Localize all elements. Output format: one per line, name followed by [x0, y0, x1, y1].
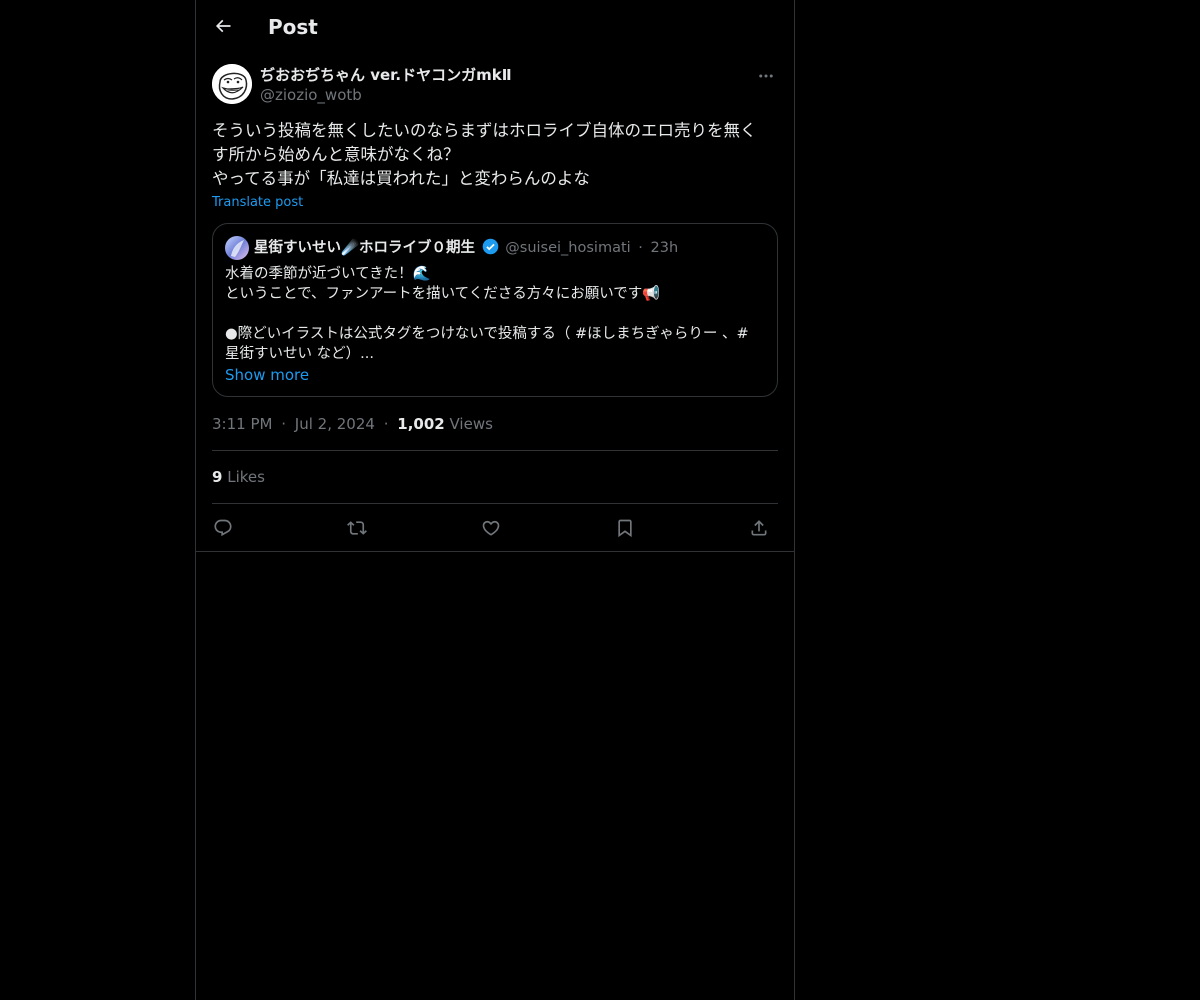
reply-icon	[214, 519, 232, 537]
more-options-button[interactable]	[754, 64, 778, 88]
post-time[interactable]: 3:11 PM	[212, 415, 272, 433]
quoted-author-name: 星街すいせい☄️ホロライブ０期生	[254, 240, 476, 256]
show-more-link[interactable]: Show more	[225, 365, 309, 385]
like-icon	[482, 520, 500, 536]
quoted-text-line: 水着の季節が近づいてきた！🌊	[225, 266, 431, 282]
avatar[interactable]	[212, 64, 252, 104]
arrow-left-icon	[215, 19, 231, 33]
quoted-text-line	[225, 304, 770, 324]
post-text-line: そういう投稿を無くしたいのならまずはホロライブ自体のエロ売りを無く	[212, 121, 757, 140]
action-bar	[212, 504, 778, 550]
likes-count: 9	[212, 468, 223, 486]
quoted-author-handle: @suisei_hosimati	[505, 240, 631, 256]
like-button[interactable]	[478, 515, 504, 541]
post-column: Post ぢおおぢちゃん ver.ドヤコンガmkⅡ @ziozio_wotb そ…	[195, 0, 795, 1000]
quoted-text-line: 星街すいせい など）...	[225, 346, 374, 362]
post-meta: 3:11 PM · Jul 2, 2024 · 1,002 Views	[212, 414, 493, 434]
quoted-timestamp: 23h	[650, 240, 679, 256]
verified-badge-icon	[482, 238, 498, 255]
author-handle[interactable]: @ziozio_wotb	[260, 85, 362, 105]
meta-separator: ·	[383, 415, 389, 433]
likes-label: Likes	[227, 468, 265, 486]
post-author: ぢおおぢちゃん ver.ドヤコンガmkⅡ @ziozio_wotb	[212, 64, 778, 108]
quoted-text: 水着の季節が近づいてきた！🌊 ということで、ファンアートを描いてくださる方々にお…	[225, 264, 770, 364]
more-dots-icon	[759, 74, 773, 78]
post-text-line: やってる事が「私達は買われた」と変わらんのよな	[212, 169, 590, 188]
quoted-post[interactable]: 星街すいせい☄️ホロライブ０期生 @suisei_hosimati · 23h …	[212, 223, 778, 397]
share-icon	[751, 520, 767, 536]
likes-stat[interactable]: 9 Likes	[212, 467, 265, 487]
bookmark-icon	[618, 519, 632, 538]
quoted-avatar-image	[225, 236, 249, 260]
page-header: Post	[196, 0, 794, 53]
quoted-text-line: ●際どいイラストは公式タグをつけないで投稿する（ #ほしまちぎゃらりー 、#	[225, 326, 749, 342]
share-button[interactable]	[746, 515, 772, 541]
troll-face-avatar	[212, 64, 252, 104]
author-name[interactable]: ぢおおぢちゃん ver.ドヤコンガmkⅡ	[260, 65, 512, 85]
meta-separator: ·	[281, 415, 287, 433]
quoted-header: 星街すいせい☄️ホロライブ０期生 @suisei_hosimati · 23h	[254, 237, 678, 259]
post-text: そういう投稿を無くしたいのならまずはホロライブ自体のエロ売りを無く す所から始め…	[212, 119, 782, 191]
back-button[interactable]	[206, 9, 240, 43]
translate-post-link[interactable]: Translate post	[212, 194, 303, 212]
quoted-text-line: ということで、ファンアートを描いてくださる方々にお願いです📢	[225, 286, 661, 302]
post-bottom-border	[196, 551, 794, 552]
page-title: Post	[268, 15, 318, 39]
reply-button[interactable]	[210, 515, 236, 541]
views-label: Views	[449, 415, 493, 433]
repost-icon	[347, 521, 367, 535]
divider	[212, 450, 778, 451]
bookmark-button[interactable]	[612, 515, 638, 541]
post-date[interactable]: Jul 2, 2024	[295, 415, 375, 433]
views-count: 1,002	[397, 415, 445, 433]
quoted-avatar	[225, 236, 249, 260]
post-text-line: す所から始めんと意味がなくね？	[212, 145, 460, 164]
quoted-separator: ·	[638, 240, 643, 256]
repost-button[interactable]	[344, 515, 370, 541]
